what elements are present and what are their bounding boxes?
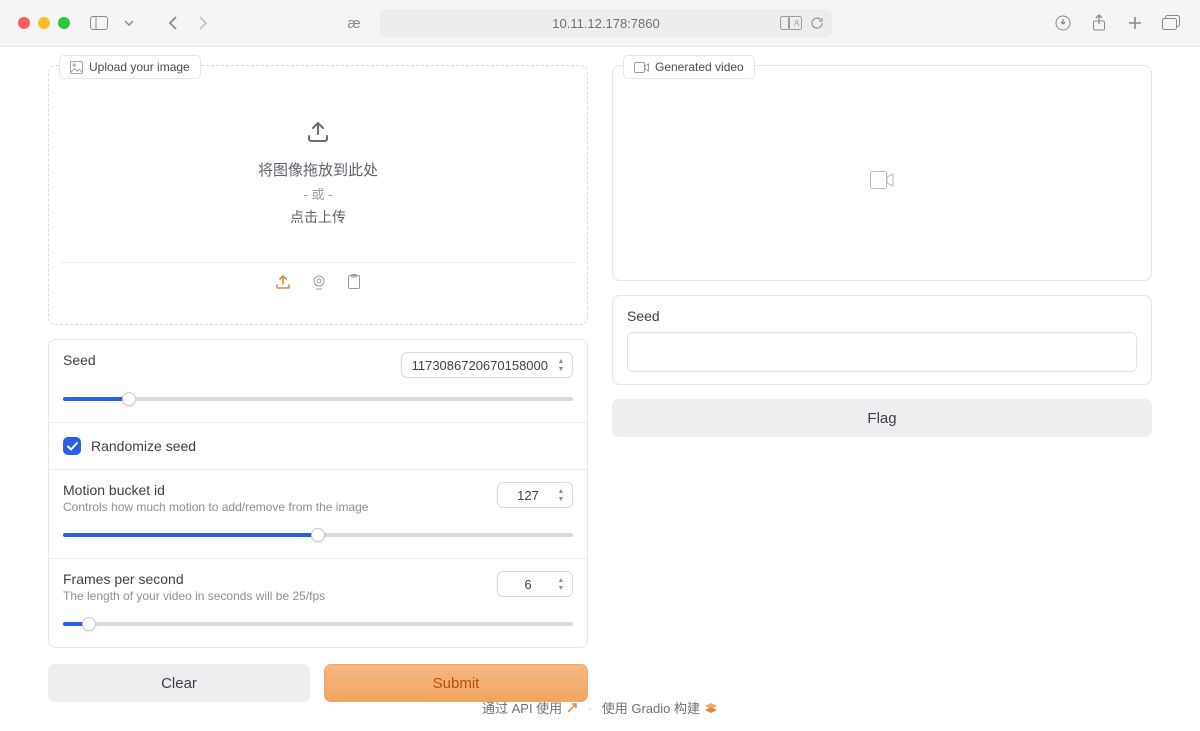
controls-block: Seed 1173086720670158000 ▲▼ Randomize se… — [48, 339, 588, 648]
browser-toolbar: æ 10.11.12.178:7860 A — [0, 0, 1200, 47]
fps-input[interactable]: 6 ▲▼ — [497, 571, 573, 597]
motion-section: Motion bucket id Controls how much motio… — [49, 470, 587, 559]
footer-separator: · — [588, 701, 592, 716]
generated-video-panel: Generated video — [612, 65, 1152, 281]
motion-stepper[interactable]: ▲▼ — [554, 488, 568, 503]
seed-output-label: Seed — [627, 308, 1137, 324]
app-body: Upload your image 将图像拖放到此处 - 或 - 点击上传 — [0, 47, 1200, 702]
video-panel-label: Generated video — [623, 55, 755, 79]
fps-section: Frames per second The length of your vid… — [49, 559, 587, 647]
upload-label-text: Upload your image — [89, 60, 190, 74]
randomize-seed-row[interactable]: Randomize seed — [49, 423, 587, 470]
seed-input[interactable]: 1173086720670158000 ▲▼ — [401, 352, 573, 378]
close-window-icon[interactable] — [18, 17, 30, 29]
fps-value: 6 — [508, 577, 548, 592]
fps-desc: The length of your video in seconds will… — [63, 589, 325, 603]
flag-button[interactable]: Flag — [612, 399, 1152, 437]
action-buttons: Clear Submit — [48, 664, 588, 702]
downloads-icon[interactable] — [1052, 12, 1074, 34]
minimize-window-icon[interactable] — [38, 17, 50, 29]
fps-stepper[interactable]: ▲▼ — [554, 577, 568, 592]
footer-api-text: 通过 API 使用 — [482, 698, 562, 717]
drop-line-1: 将图像拖放到此处 — [258, 159, 378, 180]
sidebar-toggle-icon[interactable] — [88, 12, 110, 34]
seed-section: Seed 1173086720670158000 ▲▼ — [49, 340, 587, 423]
upload-dropzone[interactable]: 将图像拖放到此处 - 或 - 点击上传 — [49, 84, 587, 262]
randomize-label: Randomize seed — [91, 438, 196, 454]
gradio-icon — [704, 702, 718, 714]
flag-label: Flag — [867, 410, 896, 427]
right-column: Generated video Seed Flag — [612, 65, 1152, 437]
seed-output-panel: Seed — [612, 295, 1152, 385]
upload-icon — [305, 120, 331, 149]
seed-slider[interactable] — [63, 392, 573, 406]
fps-title: Frames per second — [63, 571, 325, 587]
randomize-checkbox[interactable] — [63, 437, 81, 455]
submit-button[interactable]: Submit — [324, 664, 588, 702]
video-placeholder-icon — [870, 171, 894, 194]
footer-api-link[interactable]: 通过 API 使用 — [482, 698, 578, 717]
video-label-text: Generated video — [655, 60, 744, 74]
upload-image-panel: Upload your image 将图像拖放到此处 - 或 - 点击上传 — [48, 65, 588, 325]
image-icon — [70, 61, 83, 74]
maximize-window-icon[interactable] — [58, 17, 70, 29]
drop-line-or: - 或 - — [304, 184, 333, 203]
window-controls — [18, 17, 70, 29]
reader-mode-icon[interactable]: æ — [340, 9, 368, 37]
clear-button[interactable]: Clear — [48, 664, 310, 702]
motion-value: 127 — [508, 488, 548, 503]
video-icon — [634, 62, 649, 73]
address-bar-actions: A — [780, 16, 824, 30]
left-column: Upload your image 将图像拖放到此处 - 或 - 点击上传 — [48, 65, 588, 702]
api-icon — [566, 702, 578, 714]
reload-icon[interactable] — [810, 16, 824, 30]
new-tab-icon[interactable] — [1124, 12, 1146, 34]
footer-gradio-link[interactable]: 使用 Gradio 构建 — [602, 698, 718, 717]
upload-toolbar — [61, 262, 575, 306]
back-button[interactable] — [162, 12, 184, 34]
motion-title: Motion bucket id — [63, 482, 368, 498]
drop-line-2: 点击上传 — [290, 207, 346, 227]
translate-icon[interactable]: A — [780, 16, 802, 30]
tabs-overview-icon[interactable] — [1160, 12, 1182, 34]
motion-slider[interactable] — [63, 528, 573, 542]
submit-label: Submit — [433, 675, 480, 692]
seed-stepper[interactable]: ▲▼ — [554, 358, 568, 373]
forward-button — [192, 12, 214, 34]
fps-slider[interactable] — [63, 617, 573, 631]
motion-desc: Controls how much motion to add/remove f… — [63, 500, 368, 514]
upload-panel-label: Upload your image — [59, 55, 201, 79]
upload-action-icon[interactable] — [275, 274, 291, 295]
clipboard-icon[interactable] — [347, 274, 361, 295]
clear-label: Clear — [161, 675, 197, 692]
toolbar-right — [1052, 12, 1182, 34]
svg-text:A: A — [794, 19, 800, 28]
footer: 通过 API 使用 · 使用 Gradio 构建 — [0, 698, 1200, 717]
share-icon[interactable] — [1088, 12, 1110, 34]
chevron-down-icon[interactable] — [118, 12, 140, 34]
seed-title: Seed — [63, 352, 96, 368]
motion-input[interactable]: 127 ▲▼ — [497, 482, 573, 508]
address-bar[interactable]: 10.11.12.178:7860 A — [380, 9, 832, 37]
seed-value: 1173086720670158000 — [412, 358, 548, 373]
footer-gradio-text: 使用 Gradio 构建 — [602, 698, 700, 717]
webcam-icon[interactable] — [311, 274, 327, 295]
address-text: 10.11.12.178:7860 — [552, 16, 659, 31]
seed-output-field[interactable] — [627, 332, 1137, 372]
